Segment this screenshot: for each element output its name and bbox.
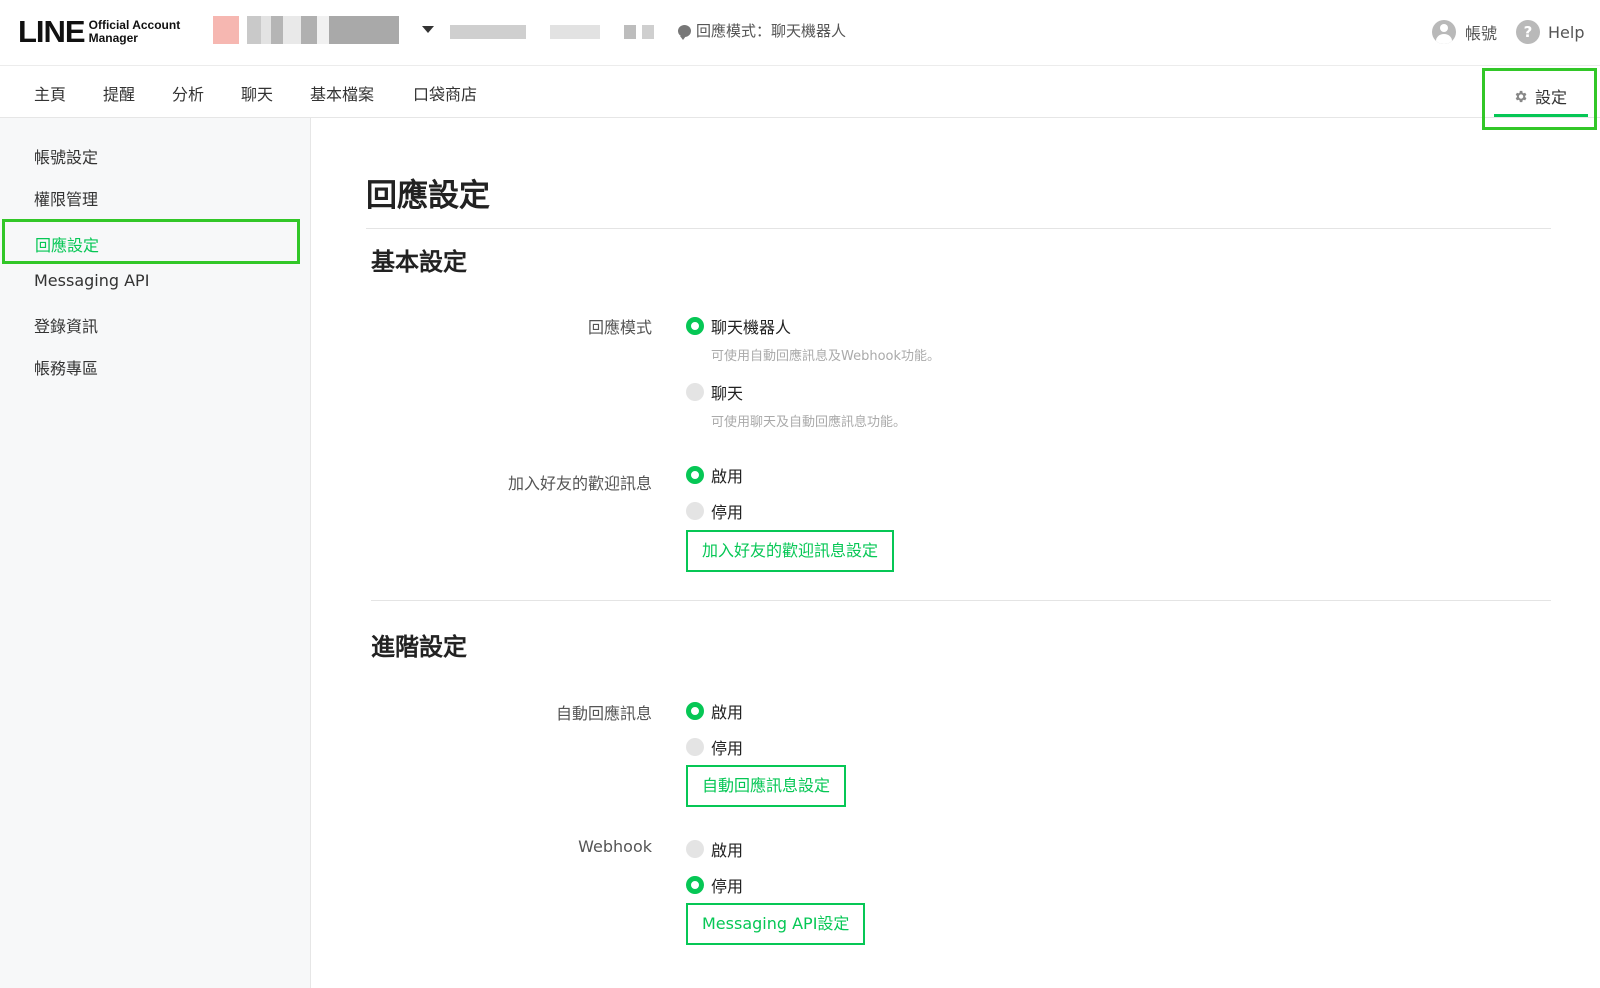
response-mode-label: 回應模式 <box>587 318 652 337</box>
user-avatar-icon <box>1432 20 1456 44</box>
webhook-on-label: 啟用 <box>711 841 744 860</box>
auto-reply-on-label: 啟用 <box>711 703 744 722</box>
tab-settings-label: 設定 <box>1535 88 1568 107</box>
radio-unselected-icon <box>686 383 704 401</box>
help-label: Help <box>1548 22 1585 42</box>
sidebar-item-registration-info[interactable]: 登錄資訊 <box>34 313 98 337</box>
help-icon: ? <box>1516 20 1540 44</box>
auto-reply-label: 自動回應訊息 <box>555 704 652 723</box>
response-mode-indicator: 回應模式：聊天機器人 <box>678 20 846 41</box>
auto-reply-settings-button[interactable]: 自動回應訊息設定 <box>686 765 847 807</box>
welcome-message-off-label: 停用 <box>711 503 744 522</box>
radio-selected-icon <box>686 317 704 335</box>
welcome-message-settings-button[interactable]: 加入好友的歡迎訊息設定 <box>686 530 895 572</box>
account-name-redacted[interactable] <box>213 16 423 44</box>
nav-item-profile[interactable]: 基本檔案 <box>310 81 374 105</box>
section-title-advanced: 進階設定 <box>371 633 467 661</box>
help-link[interactable]: ? Help <box>1516 20 1584 44</box>
response-mode-text: 回應模式：聊天機器人 <box>696 22 847 40</box>
logo-subtext: Official Account Manager <box>89 19 181 45</box>
account-switch-chevron-down-icon[interactable] <box>422 26 434 33</box>
account-label: 帳號 <box>1465 24 1498 43</box>
welcome-message-on-label: 啟用 <box>711 467 744 486</box>
messaging-api-settings-button[interactable]: Messaging API設定 <box>686 903 866 945</box>
nav-item-home[interactable]: 主頁 <box>34 81 66 105</box>
nav-item-chat[interactable]: 聊天 <box>241 81 273 105</box>
nav-item-reminders[interactable]: 提醒 <box>103 81 135 105</box>
top-bar: LINE Official Account Manager 回應模式：聊天機器人… <box>0 0 1600 66</box>
radio-selected-icon <box>686 702 704 720</box>
radio-unselected-icon <box>686 738 704 756</box>
auto-reply-off-label: 停用 <box>711 739 744 758</box>
auto-reply-option-on[interactable]: 啟用 <box>686 699 743 723</box>
webhook-option-on[interactable]: 啟用 <box>686 837 743 861</box>
welcome-message-option-on[interactable]: 啟用 <box>686 463 743 487</box>
section-title-basic: 基本設定 <box>371 248 467 276</box>
response-mode-bot-hint: 可使用自動回應訊息及Webhook功能。 <box>711 349 941 364</box>
welcome-message-option-off[interactable]: 停用 <box>686 499 743 523</box>
logo-subtext-line2: Manager <box>88 31 138 45</box>
logo-text: LINE <box>18 14 86 49</box>
tab-settings[interactable]: 設定 <box>1482 68 1597 130</box>
title-divider <box>366 228 1551 229</box>
response-mode-option-chat-label: 聊天 <box>711 384 744 403</box>
line-oa-manager-logo[interactable]: LINE Official Account Manager <box>18 14 180 50</box>
radio-selected-icon <box>686 466 704 484</box>
sidebar-item-response-settings[interactable]: 回應設定 <box>2 219 300 264</box>
account-menu[interactable]: 帳號 <box>1432 20 1497 44</box>
response-mode-option-bot-label: 聊天機器人 <box>711 318 792 337</box>
webhook-off-label: 停用 <box>711 877 744 896</box>
gear-icon <box>1515 90 1527 102</box>
logo-subtext-line1: Official Account <box>88 18 181 32</box>
auto-reply-option-off[interactable]: 停用 <box>686 735 743 759</box>
sidebar-item-account-settings[interactable]: 帳號設定 <box>34 144 98 168</box>
radio-unselected-icon <box>686 502 704 520</box>
nav-item-pocket-shop[interactable]: 口袋商店 <box>413 81 477 105</box>
response-mode-option-bot[interactable]: 聊天機器人 <box>686 314 791 338</box>
sidebar-item-permissions[interactable]: 權限管理 <box>34 186 98 210</box>
active-tab-indicator <box>1494 114 1588 117</box>
nav-item-analytics[interactable]: 分析 <box>172 81 204 105</box>
response-mode-option-chat[interactable]: 聊天 <box>686 380 743 404</box>
webhook-label: Webhook <box>578 837 652 856</box>
account-id-redacted <box>450 24 670 39</box>
sidebar-item-label: 回應設定 <box>35 236 100 255</box>
page-title: 回應設定 <box>366 178 490 214</box>
welcome-message-label: 加入好友的歡迎訊息 <box>507 474 652 493</box>
chat-bubble-icon <box>678 24 691 40</box>
main-nav: 主頁 提醒 分析 聊天 基本檔案 口袋商店 設定 <box>0 66 1600 130</box>
radio-selected-icon <box>686 876 704 894</box>
response-mode-chat-hint: 可使用聊天及自動回應訊息功能。 <box>711 415 907 430</box>
radio-unselected-icon <box>686 840 704 858</box>
tab-settings-content: 設定 <box>1513 84 1567 108</box>
section-divider <box>371 600 1551 601</box>
sidebar-item-billing[interactable]: 帳務專區 <box>34 355 98 379</box>
settings-sidebar: 帳號設定 權限管理 回應設定 Messaging API 登錄資訊 帳務專區 <box>0 118 311 988</box>
webhook-option-off[interactable]: 停用 <box>686 873 743 897</box>
sidebar-item-messaging-api[interactable]: Messaging API <box>34 271 149 290</box>
